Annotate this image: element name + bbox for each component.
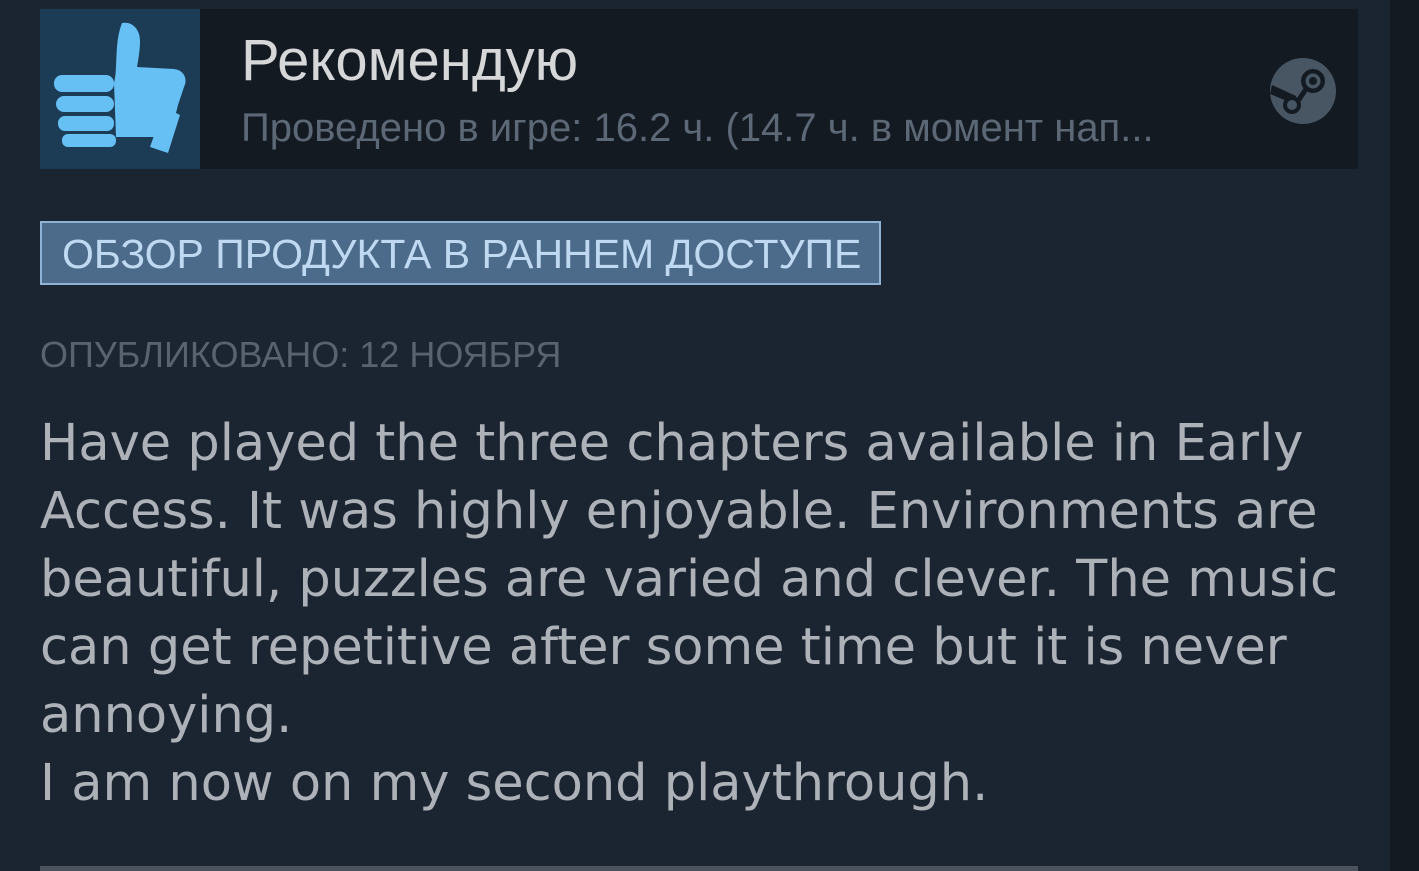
review-verdict: Рекомендую <box>241 28 579 93</box>
early-access-badge: ОБЗОР ПРОДУКТА В РАННЕМ ДОСТУПЕ <box>40 221 882 285</box>
divider <box>40 866 1358 871</box>
review-card: Рекомендую Проведено в игре: 16.2 ч. (14… <box>0 0 1390 871</box>
review-text: Have played the three chapters available… <box>40 410 1360 818</box>
playtime-text: Проведено в игре: 16.2 ч. (14.7 ч. в мом… <box>241 106 1154 150</box>
review-paragraph: I am now on my second playthrough. <box>40 754 989 813</box>
thumbs-up-icon <box>40 9 200 169</box>
page-gutter <box>1390 0 1419 871</box>
review-paragraph: Have played the three chapters available… <box>40 414 1339 745</box>
steam-logo-icon <box>1268 56 1338 126</box>
posted-date: ОПУБЛИКОВАНО: 12 НОЯБРЯ <box>40 334 562 375</box>
review-header[interactable]: Рекомендую Проведено в игре: 16.2 ч. (14… <box>40 9 1358 169</box>
